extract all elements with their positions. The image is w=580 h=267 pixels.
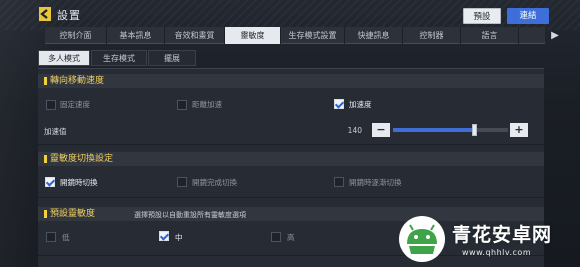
decrease-button[interactable]: − <box>372 123 390 137</box>
watermark-text: 青花安卓网 <box>452 224 553 246</box>
checkbox-distance-accel[interactable] <box>177 100 187 110</box>
main-tabs: 控制介面 基本訊息 音效和畫質 靈敏度 生存模式設置 快捷訊息 控制器 語言 <box>45 27 545 44</box>
checkbox-label: 低 <box>62 233 70 242</box>
tab-survival-settings[interactable]: 生存模式設置 <box>281 27 345 44</box>
tab-sensitivity[interactable]: 靈敏度 <box>225 27 281 44</box>
slider-fill <box>393 128 474 132</box>
section-title: 轉向移動速度 <box>44 75 104 87</box>
tab-control-ui[interactable]: 控制介面 <box>45 27 107 44</box>
section-note: 選擇預設以自動重設所有靈敏度選項 <box>134 211 246 219</box>
sub-tabs: 多人模式 生存模式 擺展 <box>38 50 197 66</box>
checkbox-label: 加速度 <box>349 100 372 109</box>
checkbox-low[interactable] <box>46 232 56 242</box>
section-header-turn-speed: 轉向移動速度 <box>38 74 544 88</box>
subtab-extension[interactable]: 擺展 <box>148 50 196 66</box>
watermark-url: www.qhhlv.com <box>462 248 532 257</box>
checkbox-label: 高 <box>287 233 295 242</box>
page-title: 設置 <box>57 9 81 22</box>
accel-slider[interactable] <box>393 124 508 136</box>
checkbox-fixed-speed[interactable] <box>46 100 56 110</box>
subtab-survival[interactable]: 生存模式 <box>91 50 147 66</box>
tab-basic-info[interactable]: 基本訊息 <box>107 27 165 44</box>
top-bar: 設置 預設 連結 <box>0 0 580 30</box>
checkbox-switch-after-scope[interactable] <box>177 177 187 187</box>
checkbox-label: 開鏡時切換 <box>60 178 98 187</box>
preset-button[interactable]: 預設 <box>463 8 501 24</box>
checkbox-label: 固定速度 <box>60 100 90 109</box>
checkbox-switch-on-scope[interactable] <box>45 177 55 187</box>
connect-button[interactable]: 連結 <box>507 8 549 24</box>
checkbox-medium[interactable] <box>159 231 169 241</box>
slider-thumb[interactable] <box>471 124 477 136</box>
checkbox-label: 中 <box>175 233 183 242</box>
tab-audio-graphics[interactable]: 音效和畫質 <box>165 27 225 44</box>
checkbox-switch-gradually[interactable] <box>334 177 344 187</box>
section-header-sensitivity-switch: 靈敏度切換設定 <box>38 152 544 166</box>
divider <box>38 144 544 145</box>
divider <box>38 197 544 198</box>
subtab-multiplayer[interactable]: 多人模式 <box>38 50 90 66</box>
tab-quick-messages[interactable]: 快捷訊息 <box>345 27 403 44</box>
increase-button[interactable]: + <box>510 123 528 137</box>
tab-controller[interactable]: 控制器 <box>403 27 461 44</box>
section-title: 靈敏度切換設定 <box>44 153 113 165</box>
back-arrow-icon[interactable] <box>36 5 54 23</box>
android-logo-icon <box>396 214 448 264</box>
checkbox-acceleration[interactable] <box>334 99 344 109</box>
tabs-scroll-right-icon[interactable]: ▶ <box>548 27 562 44</box>
checkbox-high[interactable] <box>271 232 281 242</box>
accel-label: 加速值 <box>44 127 67 136</box>
checkbox-label: 開鏡時逐漸切換 <box>349 178 402 187</box>
checkbox-label: 開鏡完成切換 <box>192 178 237 187</box>
section-title: 預設靈敏度 <box>44 208 95 220</box>
watermark: 青花安卓网 www.qhhlv.com <box>394 214 580 267</box>
tab-language[interactable]: 語言 <box>461 27 519 44</box>
accel-value: 140 <box>347 126 362 135</box>
checkbox-label: 距離加速 <box>192 100 222 109</box>
